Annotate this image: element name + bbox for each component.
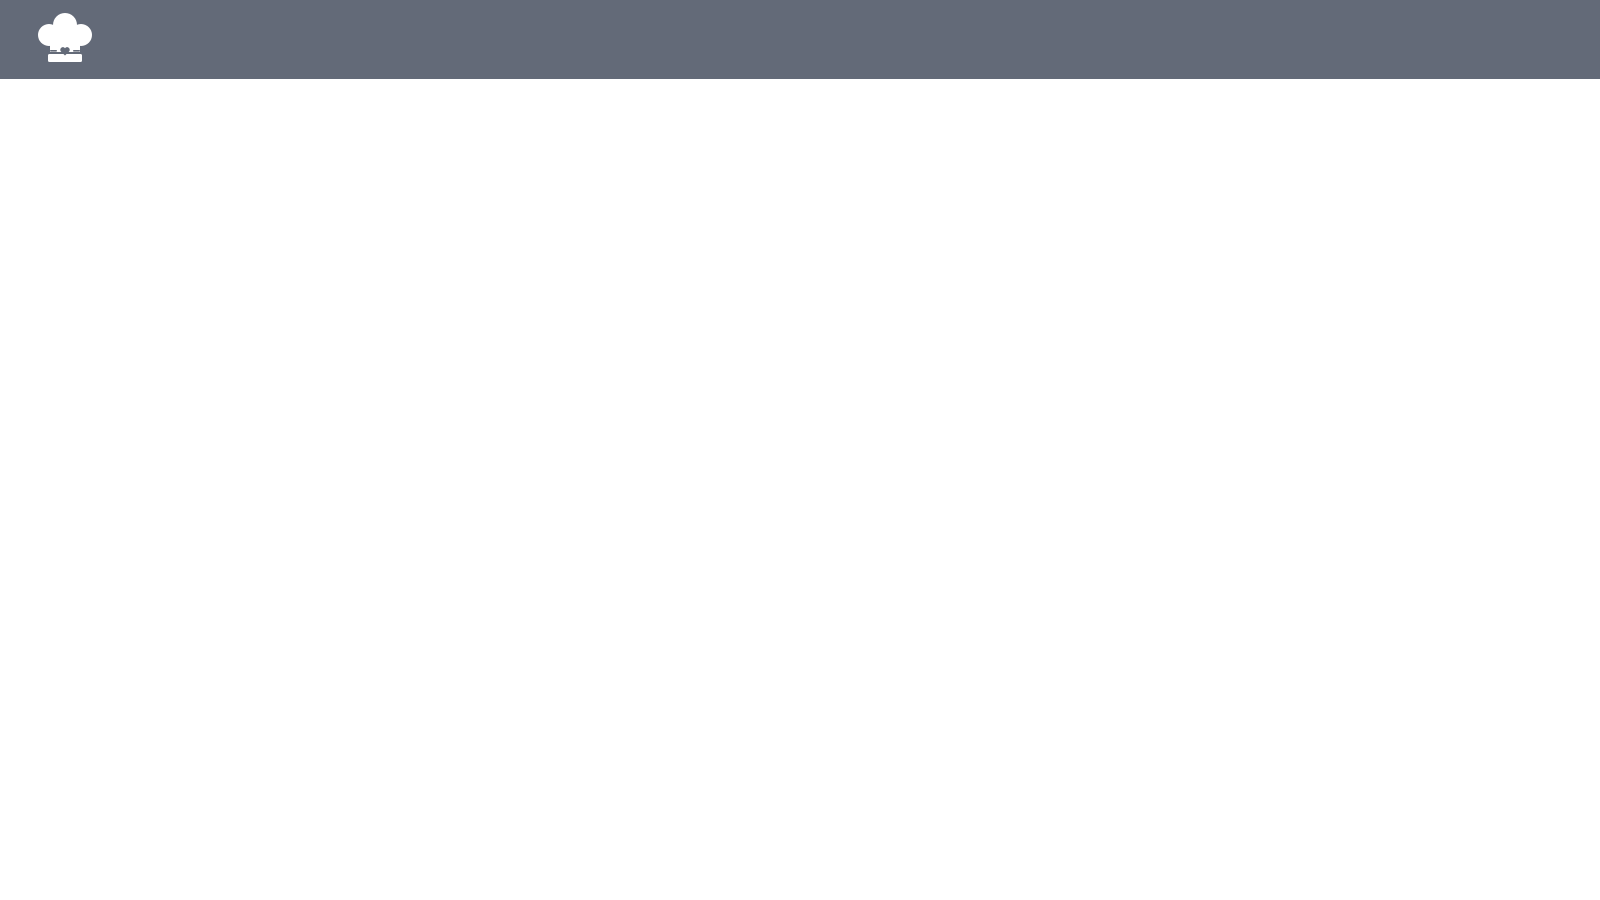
chef-hat-logo-icon[interactable]	[38, 12, 92, 64]
app-header	[0, 0, 1600, 79]
main-content	[0, 79, 1600, 900]
